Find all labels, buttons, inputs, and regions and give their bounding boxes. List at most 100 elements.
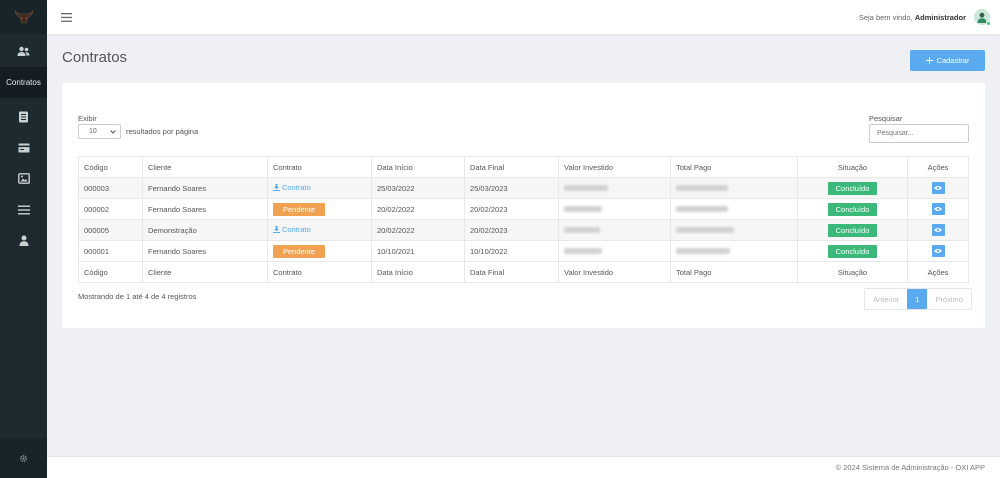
contract-cell: Contrato (267, 177, 372, 199)
view-button[interactable] (931, 203, 945, 215)
table-row: 000005 Demonstração Contrato 20/02/2022 … (78, 219, 969, 241)
invested-value-cell (558, 240, 671, 262)
column-footer: Contrato (267, 261, 372, 283)
page-size-select[interactable]: 10 (78, 124, 121, 139)
table-footer-row: Código Cliente Contrato Data Início Data… (78, 261, 969, 283)
code-cell: 000003 (78, 177, 143, 199)
blurred-value (564, 226, 600, 233)
status-cell: Concluído (797, 177, 908, 199)
add-contract-button[interactable]: Cadastrar (910, 50, 985, 71)
menu-toggle-button[interactable] (61, 12, 72, 22)
blurred-value (564, 247, 602, 254)
table-header-row: Código Cliente Contrato Data Início Data… (78, 156, 969, 178)
client-cell: Demonstração (142, 219, 268, 241)
total-paid-cell (670, 198, 798, 220)
actions-cell (907, 219, 969, 241)
download-icon (273, 184, 280, 191)
footer: © 2024 Sistema de Administração - OXI AP… (47, 456, 1000, 478)
blurred-value (676, 184, 728, 191)
column-footer: Valor Investido (558, 261, 671, 283)
total-paid-cell (670, 177, 798, 199)
total-paid-cell (670, 240, 798, 262)
show-label: Exibir (78, 114, 97, 123)
blurred-value (564, 184, 608, 191)
sidebar-item-label: Contratos (6, 78, 41, 87)
pagination-info: Mostrando de 1 até 4 de 4 registros (78, 292, 197, 301)
table-row: 000003 Fernando Soares Contrato 25/03/20… (78, 177, 969, 199)
image-icon (17, 173, 30, 184)
contracts-table: Código Cliente Contrato Data Início Data… (78, 156, 969, 283)
view-button[interactable] (931, 224, 945, 236)
status-badge: Concluído (827, 223, 878, 237)
start-date-cell: 25/03/2022 (371, 177, 465, 199)
start-date-cell: 20/02/2022 (371, 219, 465, 241)
download-contract-link[interactable]: Contrato (273, 183, 311, 192)
column-header[interactable]: Código (78, 156, 143, 178)
sidebar-item-images[interactable] (0, 163, 47, 194)
download-contract-label: Contrato (282, 183, 311, 192)
actions-cell (907, 240, 969, 262)
code-cell: 000001 (78, 240, 143, 262)
copyright-text: © 2024 Sistema de Administração - OXI AP… (835, 463, 985, 472)
sidebar-item-documents[interactable] (0, 101, 47, 132)
bull-logo-icon (14, 10, 33, 24)
search-input[interactable] (869, 124, 969, 143)
status-badge: Concluído (827, 244, 878, 258)
welcome-text: Seja bem vindo, Administrador (859, 13, 966, 22)
contract-cell: Contrato (267, 219, 372, 241)
column-header[interactable]: Valor Investido (558, 156, 671, 178)
column-header[interactable]: Contrato (267, 156, 372, 178)
page-title: Contratos (62, 49, 128, 66)
plus-icon (925, 57, 933, 64)
column-header[interactable]: Data Final (464, 156, 559, 178)
topbar: Seja bem vindo, Administrador (47, 0, 1000, 34)
eye-icon (934, 186, 942, 190)
client-cell: Fernando Soares (142, 177, 268, 199)
next-page-button[interactable]: Próximo (927, 289, 971, 309)
column-footer: Data Final (464, 261, 559, 283)
sidebar-item-list[interactable] (0, 194, 47, 225)
start-date-cell: 20/02/2022 (371, 198, 465, 220)
avatar[interactable] (974, 9, 991, 26)
view-button[interactable] (931, 245, 945, 257)
page-1-button[interactable]: 1 (907, 289, 928, 309)
logo[interactable] (0, 0, 47, 34)
sidebar-item-payments[interactable] (0, 132, 47, 163)
eye-icon (934, 207, 942, 211)
page-size-value: 10 (89, 128, 97, 135)
column-header[interactable]: Data Início (371, 156, 465, 178)
settings-button[interactable] (0, 438, 47, 478)
table-row: 000002 Fernando Soares Pendente 20/02/20… (78, 198, 969, 220)
download-icon (273, 226, 280, 233)
blurred-value (676, 247, 730, 254)
column-header[interactable]: Cliente (142, 156, 268, 178)
sidebar-item-contratos[interactable]: Contratos (0, 67, 47, 98)
prev-page-button[interactable]: Anterior (865, 289, 907, 309)
download-contract-label: Contrato (282, 225, 311, 234)
chevron-down-icon (110, 129, 116, 134)
column-header[interactable]: Situação (797, 156, 908, 178)
sidebar-item-users[interactable] (0, 36, 47, 67)
table-row: 000001 Fernando Soares Pendente 10/10/20… (78, 240, 969, 262)
client-cell: Fernando Soares (142, 198, 268, 220)
view-button[interactable] (931, 182, 945, 194)
add-contract-label: Cadastrar (936, 56, 970, 65)
end-date-cell: 10/10/2022 (464, 240, 559, 262)
blurred-value (564, 205, 602, 212)
page-size-control: 10 resultados por página (78, 124, 198, 139)
sidebar-item-profile[interactable] (0, 225, 47, 256)
column-header[interactable]: Total Pago (670, 156, 798, 178)
download-contract-link[interactable]: Contrato (273, 225, 311, 234)
column-footer: Situação (797, 261, 908, 283)
status-badge: Concluído (827, 181, 878, 195)
eye-icon (934, 249, 942, 253)
status-cell: Concluído (797, 198, 908, 220)
column-header[interactable]: Ações (907, 156, 969, 178)
card-icon (18, 143, 29, 152)
online-status-dot (986, 21, 991, 26)
status-cell: Concluído (797, 240, 908, 262)
user-menu[interactable]: Seja bem vindo, Administrador (859, 9, 991, 26)
blurred-value (676, 226, 734, 233)
status-cell: Concluído (797, 219, 908, 241)
sidebar: Contratos (0, 0, 47, 478)
